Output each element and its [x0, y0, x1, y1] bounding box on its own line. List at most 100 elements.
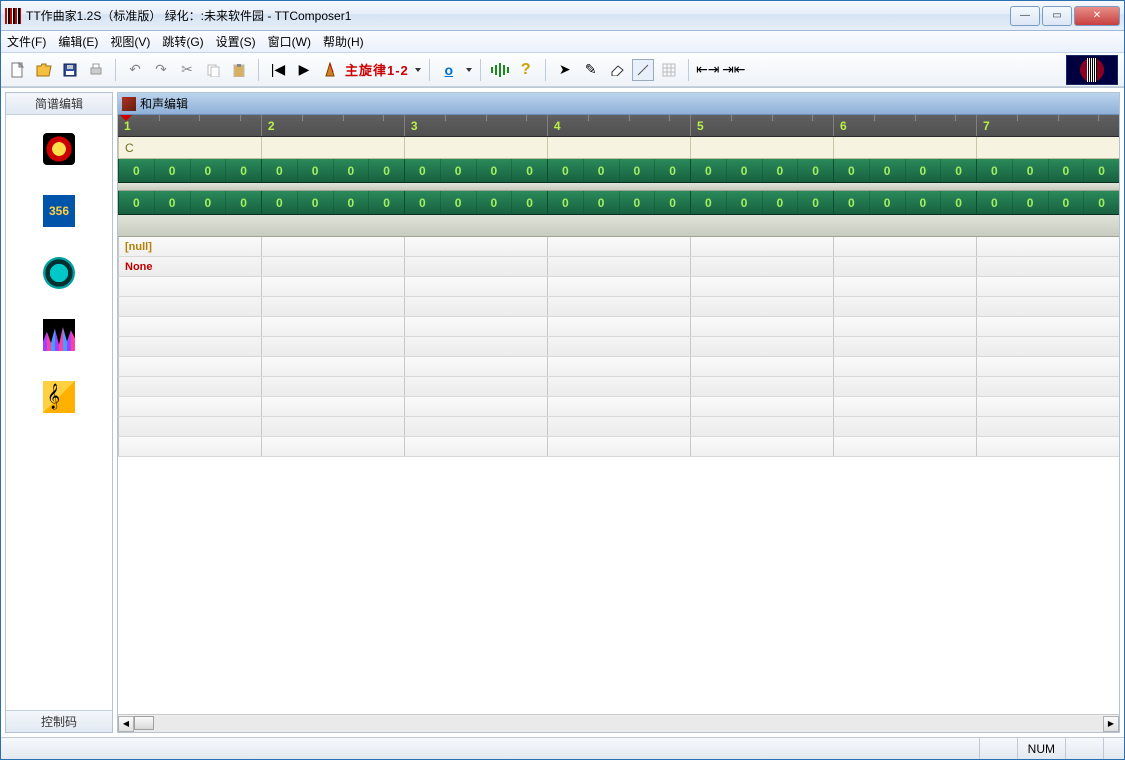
track-cell[interactable]: [690, 397, 833, 416]
pattern-subcell[interactable]: 0: [797, 191, 833, 214]
track-cell[interactable]: [118, 277, 261, 296]
track-cell[interactable]: [547, 297, 690, 316]
rewind-icon[interactable]: |◀: [267, 59, 289, 81]
pattern-subcell[interactable]: 0: [905, 159, 941, 182]
pattern-cell[interactable]: 0000: [833, 191, 976, 214]
eraser-tool-icon[interactable]: [606, 59, 628, 81]
pattern-subcell[interactable]: 0: [476, 159, 512, 182]
track-row[interactable]: [118, 377, 1119, 397]
track-cell[interactable]: [690, 417, 833, 436]
pattern-subcell[interactable]: 0: [548, 159, 583, 182]
track-cell[interactable]: [976, 337, 1119, 356]
track-row[interactable]: None: [118, 257, 1119, 277]
chord-cell[interactable]: [690, 137, 833, 158]
track-cell[interactable]: [404, 417, 547, 436]
pattern-cell[interactable]: 0000: [833, 159, 976, 182]
track-cell[interactable]: [547, 437, 690, 456]
track-cell[interactable]: [118, 317, 261, 336]
track-row[interactable]: [118, 437, 1119, 457]
pattern-subcell[interactable]: 0: [977, 159, 1012, 182]
track-row[interactable]: [118, 317, 1119, 337]
timeline-ruler[interactable]: 1234567: [118, 115, 1119, 137]
track-cell[interactable]: [690, 377, 833, 396]
pattern-subcell[interactable]: 0: [548, 191, 583, 214]
menu-help[interactable]: 帮助(H): [323, 33, 364, 50]
pattern-subcell[interactable]: 0: [654, 159, 690, 182]
pattern-cell[interactable]: 0000: [976, 191, 1119, 214]
pattern-subcell[interactable]: 0: [1048, 191, 1084, 214]
track-cell[interactable]: [833, 297, 976, 316]
chord-cell[interactable]: [261, 137, 404, 158]
track-row[interactable]: [118, 297, 1119, 317]
pattern-subcell[interactable]: 0: [654, 191, 690, 214]
track-cell[interactable]: [833, 417, 976, 436]
sidebar-footer[interactable]: 控制码: [6, 710, 112, 732]
track-cell[interactable]: [833, 317, 976, 336]
print-icon[interactable]: [85, 59, 107, 81]
pattern-cell[interactable]: 0000: [547, 159, 690, 182]
sidebar-header[interactable]: 简谱编辑: [6, 93, 112, 115]
ruler-measure[interactable]: 7: [976, 115, 1119, 136]
pattern-subcell[interactable]: 0: [154, 159, 190, 182]
pattern-cell[interactable]: 0000: [690, 159, 833, 182]
pattern-cell[interactable]: 0000: [690, 191, 833, 214]
pattern-subcell[interactable]: 0: [262, 159, 297, 182]
pattern-subcell[interactable]: 0: [619, 191, 655, 214]
track-cell[interactable]: [261, 437, 404, 456]
redo-icon[interactable]: ↷: [150, 59, 172, 81]
track-cell[interactable]: [833, 237, 976, 256]
track-cell[interactable]: [976, 357, 1119, 376]
track-cell[interactable]: [404, 377, 547, 396]
menu-jump[interactable]: 跳转(G): [162, 33, 203, 50]
track-row[interactable]: [118, 357, 1119, 377]
track-cell[interactable]: [261, 337, 404, 356]
pattern-subcell[interactable]: 0: [905, 191, 941, 214]
sidebar-icon-melody[interactable]: [43, 133, 75, 165]
pattern-cell[interactable]: 0000: [261, 191, 404, 214]
open-file-icon[interactable]: [33, 59, 55, 81]
track-cell[interactable]: [118, 377, 261, 396]
pattern-subcell[interactable]: 0: [834, 159, 869, 182]
zoom-in-h-icon[interactable]: ⇤⇥: [697, 59, 719, 81]
track-cell[interactable]: [118, 297, 261, 316]
track-cell[interactable]: [547, 277, 690, 296]
track-cell[interactable]: [118, 357, 261, 376]
scroll-left-arrow-icon[interactable]: ◀: [118, 716, 134, 732]
chord-cell[interactable]: [547, 137, 690, 158]
pattern-subcell[interactable]: 0: [440, 159, 476, 182]
ruler-measure[interactable]: 6: [833, 115, 976, 136]
pattern-cell[interactable]: 0000: [261, 159, 404, 182]
sidebar-icon-mixer[interactable]: [43, 319, 75, 351]
track-row[interactable]: [null]: [118, 237, 1119, 257]
track-cell[interactable]: [690, 297, 833, 316]
track-cell[interactable]: [404, 317, 547, 336]
pattern-subcell[interactable]: 0: [440, 191, 476, 214]
track-cell[interactable]: [833, 337, 976, 356]
pattern-subcell[interactable]: 0: [190, 191, 226, 214]
pattern-subcell[interactable]: 0: [225, 159, 261, 182]
pattern-cell[interactable]: 0000: [404, 191, 547, 214]
pattern-subcell[interactable]: 0: [797, 159, 833, 182]
pattern-subcell[interactable]: 0: [333, 159, 369, 182]
scroll-thumb[interactable]: [134, 716, 154, 730]
note-whole-icon[interactable]: o: [438, 59, 460, 81]
ruler-measure[interactable]: 3: [404, 115, 547, 136]
pattern-subcell[interactable]: 0: [368, 159, 404, 182]
track-row[interactable]: [118, 337, 1119, 357]
titlebar[interactable]: TT作曲家1.2S（标准版） 绿化：:未来软件园 - TTComposer1 —…: [1, 1, 1124, 31]
ruler-measure[interactable]: 5: [690, 115, 833, 136]
track-cell[interactable]: [976, 257, 1119, 276]
pattern-cell[interactable]: 0000: [404, 159, 547, 182]
pattern-subcell[interactable]: 0: [368, 191, 404, 214]
pattern-subcell[interactable]: 0: [583, 159, 619, 182]
dropdown-icon[interactable]: [415, 68, 421, 72]
track-cell[interactable]: None: [118, 257, 261, 276]
paste-icon[interactable]: [228, 59, 250, 81]
track-cell[interactable]: [547, 377, 690, 396]
pattern-subcell[interactable]: 0: [691, 159, 726, 182]
track-cell[interactable]: [261, 297, 404, 316]
track-cell[interactable]: [261, 237, 404, 256]
pattern-subcell[interactable]: 0: [297, 191, 333, 214]
pattern-subcell[interactable]: 0: [154, 191, 190, 214]
maximize-button[interactable]: ▭: [1042, 6, 1072, 26]
